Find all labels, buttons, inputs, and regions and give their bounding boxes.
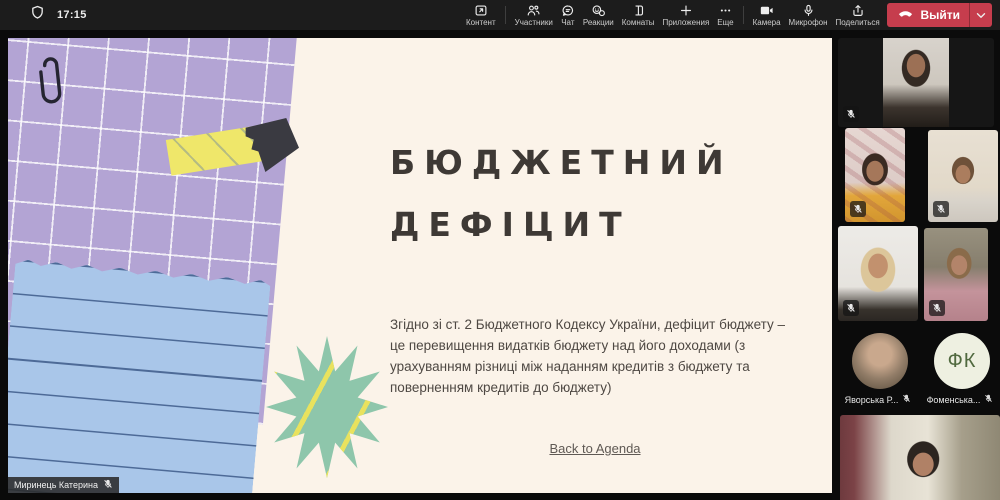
reactions-icon [591, 4, 606, 17]
hang-up-icon [897, 6, 914, 24]
participant-video [883, 38, 949, 127]
shared-screen-stage: БЮДЖЕТНИЙ ДЕФІЦИТ Згідно зі ст. 2 Бюджет… [0, 30, 832, 500]
participant-video-tile[interactable] [840, 415, 1000, 500]
toolbar-button-chat[interactable]: Чат [557, 0, 579, 30]
toolbar-separator [743, 6, 744, 24]
leave-button-label: Выйти [920, 8, 960, 22]
toolbar-button-content[interactable]: Контент [462, 0, 500, 30]
participant-avatar[interactable] [852, 333, 908, 389]
leave-options-button[interactable] [970, 3, 992, 27]
toolbar-button-more[interactable]: Еще [713, 0, 737, 30]
microphone-icon [802, 4, 815, 17]
screen-share-icon [474, 4, 488, 17]
rooms-icon [631, 4, 645, 17]
lined-paper-decoration [8, 256, 271, 493]
ellipsis-icon [718, 4, 733, 17]
participant-video-tile[interactable] [838, 38, 994, 127]
slide-title: БЮДЖЕТНИЙ ДЕФІЦИТ [390, 132, 810, 256]
meeting-window: 17:15 Контент Участники Чат [0, 0, 1000, 500]
participant-avatar[interactable]: ФК [934, 333, 990, 389]
chat-icon [561, 4, 575, 17]
participant-video-tile[interactable] [928, 130, 998, 222]
toolbar-button-reactions[interactable]: Реакции [579, 0, 618, 30]
slide-body-text: Згідно зі ст. 2 Бюджетного Кодексу Украї… [390, 314, 800, 398]
shield-icon [30, 5, 45, 25]
slide-title-line2: ДЕФІЦИТ [390, 194, 810, 256]
presentation-slide: БЮДЖЕТНИЙ ДЕФІЦИТ Згідно зі ст. 2 Бюджет… [8, 38, 832, 493]
toolbar-button-apps[interactable]: Приложения [658, 0, 713, 30]
back-to-agenda-link[interactable]: Back to Agenda [549, 441, 640, 456]
avatar-initials: ФК [948, 350, 977, 373]
share-tray-icon [851, 4, 865, 17]
mic-muted-icon [902, 394, 911, 405]
toolbar-button-camera[interactable]: Камера [749, 0, 785, 30]
participant-video-tile[interactable] [845, 128, 905, 222]
participant-name-label: Фоменська... [920, 394, 1000, 405]
toolbar-button-microphone[interactable]: Микрофон [785, 0, 832, 30]
mic-muted-icon [103, 479, 113, 491]
mic-muted-icon [933, 201, 949, 217]
presenter-name-badge: Миринець Катерина [8, 477, 119, 493]
meeting-toolbar: 17:15 Контент Участники Чат [0, 0, 1000, 30]
toolbar-button-participants[interactable]: Участники [511, 0, 557, 30]
toolbar-button-rooms[interactable]: Комнаты [618, 0, 659, 30]
mic-muted-icon [929, 300, 945, 316]
mic-muted-icon [984, 394, 993, 405]
chevron-down-icon [976, 6, 986, 24]
participant-video-tile[interactable] [838, 226, 918, 321]
toolbar-separator [505, 6, 506, 24]
participants-sidebar: ФК Яворська Р... Фоменська... [832, 30, 1000, 500]
meeting-timer: 17:15 [57, 9, 87, 21]
presenter-name: Миринець Катерина [14, 480, 98, 490]
participants-icon [526, 4, 541, 17]
slide-title-line1: БЮДЖЕТНИЙ [390, 132, 810, 194]
participant-video-tile[interactable] [924, 228, 988, 321]
starburst-decoration [266, 336, 388, 478]
participant-name-label: Яворська Р... [836, 394, 920, 405]
mic-muted-icon [843, 300, 859, 316]
camera-icon [759, 4, 774, 17]
mic-muted-icon [850, 201, 866, 217]
plus-icon [679, 4, 693, 17]
participant-video [840, 415, 1000, 500]
mic-muted-icon [843, 106, 859, 122]
toolbar-button-share[interactable]: Поделиться [832, 0, 884, 30]
leave-button[interactable]: Выйти [887, 3, 992, 27]
